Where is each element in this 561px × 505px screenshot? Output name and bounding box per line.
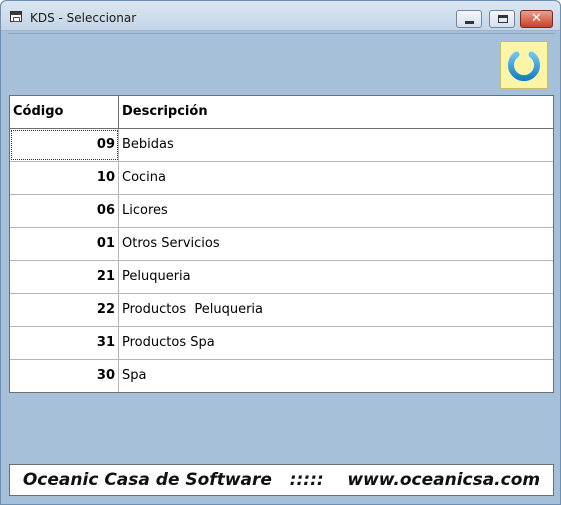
row-code[interactable]: 01 <box>10 228 119 260</box>
row-description[interactable]: Peluqueria <box>122 261 550 293</box>
app-window-icon[interactable] <box>10 11 22 22</box>
lower-panel <box>8 393 555 459</box>
row-code[interactable]: 06 <box>10 195 119 227</box>
row-code[interactable]: 22 <box>10 294 119 326</box>
row-code[interactable]: 21 <box>10 261 119 293</box>
table-row[interactable]: 10 Cocina <box>10 162 553 195</box>
selection-grid[interactable]: Código Descripción 09 Bebidas 10 Cocina … <box>9 95 554 393</box>
table-row[interactable]: 22 Productos Peluqueria <box>10 294 553 327</box>
window-title: KDS - Seleccionar <box>30 11 137 25</box>
row-description[interactable]: Otros Servicios <box>122 228 550 260</box>
row-code[interactable]: 10 <box>10 162 119 194</box>
close-icon: ✕ <box>531 11 542 26</box>
row-description[interactable]: Licores <box>122 195 550 227</box>
footer-banner: Oceanic Casa de Software ::::: www.ocean… <box>9 464 554 496</box>
title-bar[interactable]: KDS - Seleccionar ✕ <box>1 1 560 31</box>
table-row[interactable]: 31 Productos Spa <box>10 327 553 360</box>
minimize-button[interactable] <box>456 10 482 28</box>
row-description[interactable]: Productos Peluqueria <box>122 294 550 326</box>
table-row[interactable]: 06 Licores <box>10 195 553 228</box>
row-code[interactable]: 09 <box>10 129 119 161</box>
toolbar-panel <box>8 33 555 95</box>
minimize-icon <box>465 21 474 24</box>
column-header-description[interactable]: Descripción <box>122 96 542 128</box>
power-button[interactable] <box>500 41 548 89</box>
table-row[interactable]: 09 Bebidas <box>10 129 553 162</box>
column-header-code[interactable]: Código <box>13 96 118 128</box>
column-divider[interactable] <box>118 96 119 128</box>
row-description[interactable]: Cocina <box>122 162 550 194</box>
row-description[interactable]: Spa <box>122 360 550 392</box>
maximize-icon <box>498 15 508 23</box>
maximize-button[interactable] <box>489 10 515 28</box>
close-button[interactable]: ✕ <box>520 10 553 28</box>
row-code[interactable]: 30 <box>10 360 119 392</box>
power-icon <box>508 46 540 82</box>
grid-header: Código Descripción <box>10 96 553 129</box>
app-window: KDS - Seleccionar ✕ Código Descripción 0… <box>0 0 561 505</box>
row-description[interactable]: Productos Spa <box>122 327 550 359</box>
table-row[interactable]: 30 Spa <box>10 360 553 393</box>
row-description[interactable]: Bebidas <box>122 129 550 161</box>
table-row[interactable]: 21 Peluqueria <box>10 261 553 294</box>
row-code[interactable]: 31 <box>10 327 119 359</box>
table-row[interactable]: 01 Otros Servicios <box>10 228 553 261</box>
